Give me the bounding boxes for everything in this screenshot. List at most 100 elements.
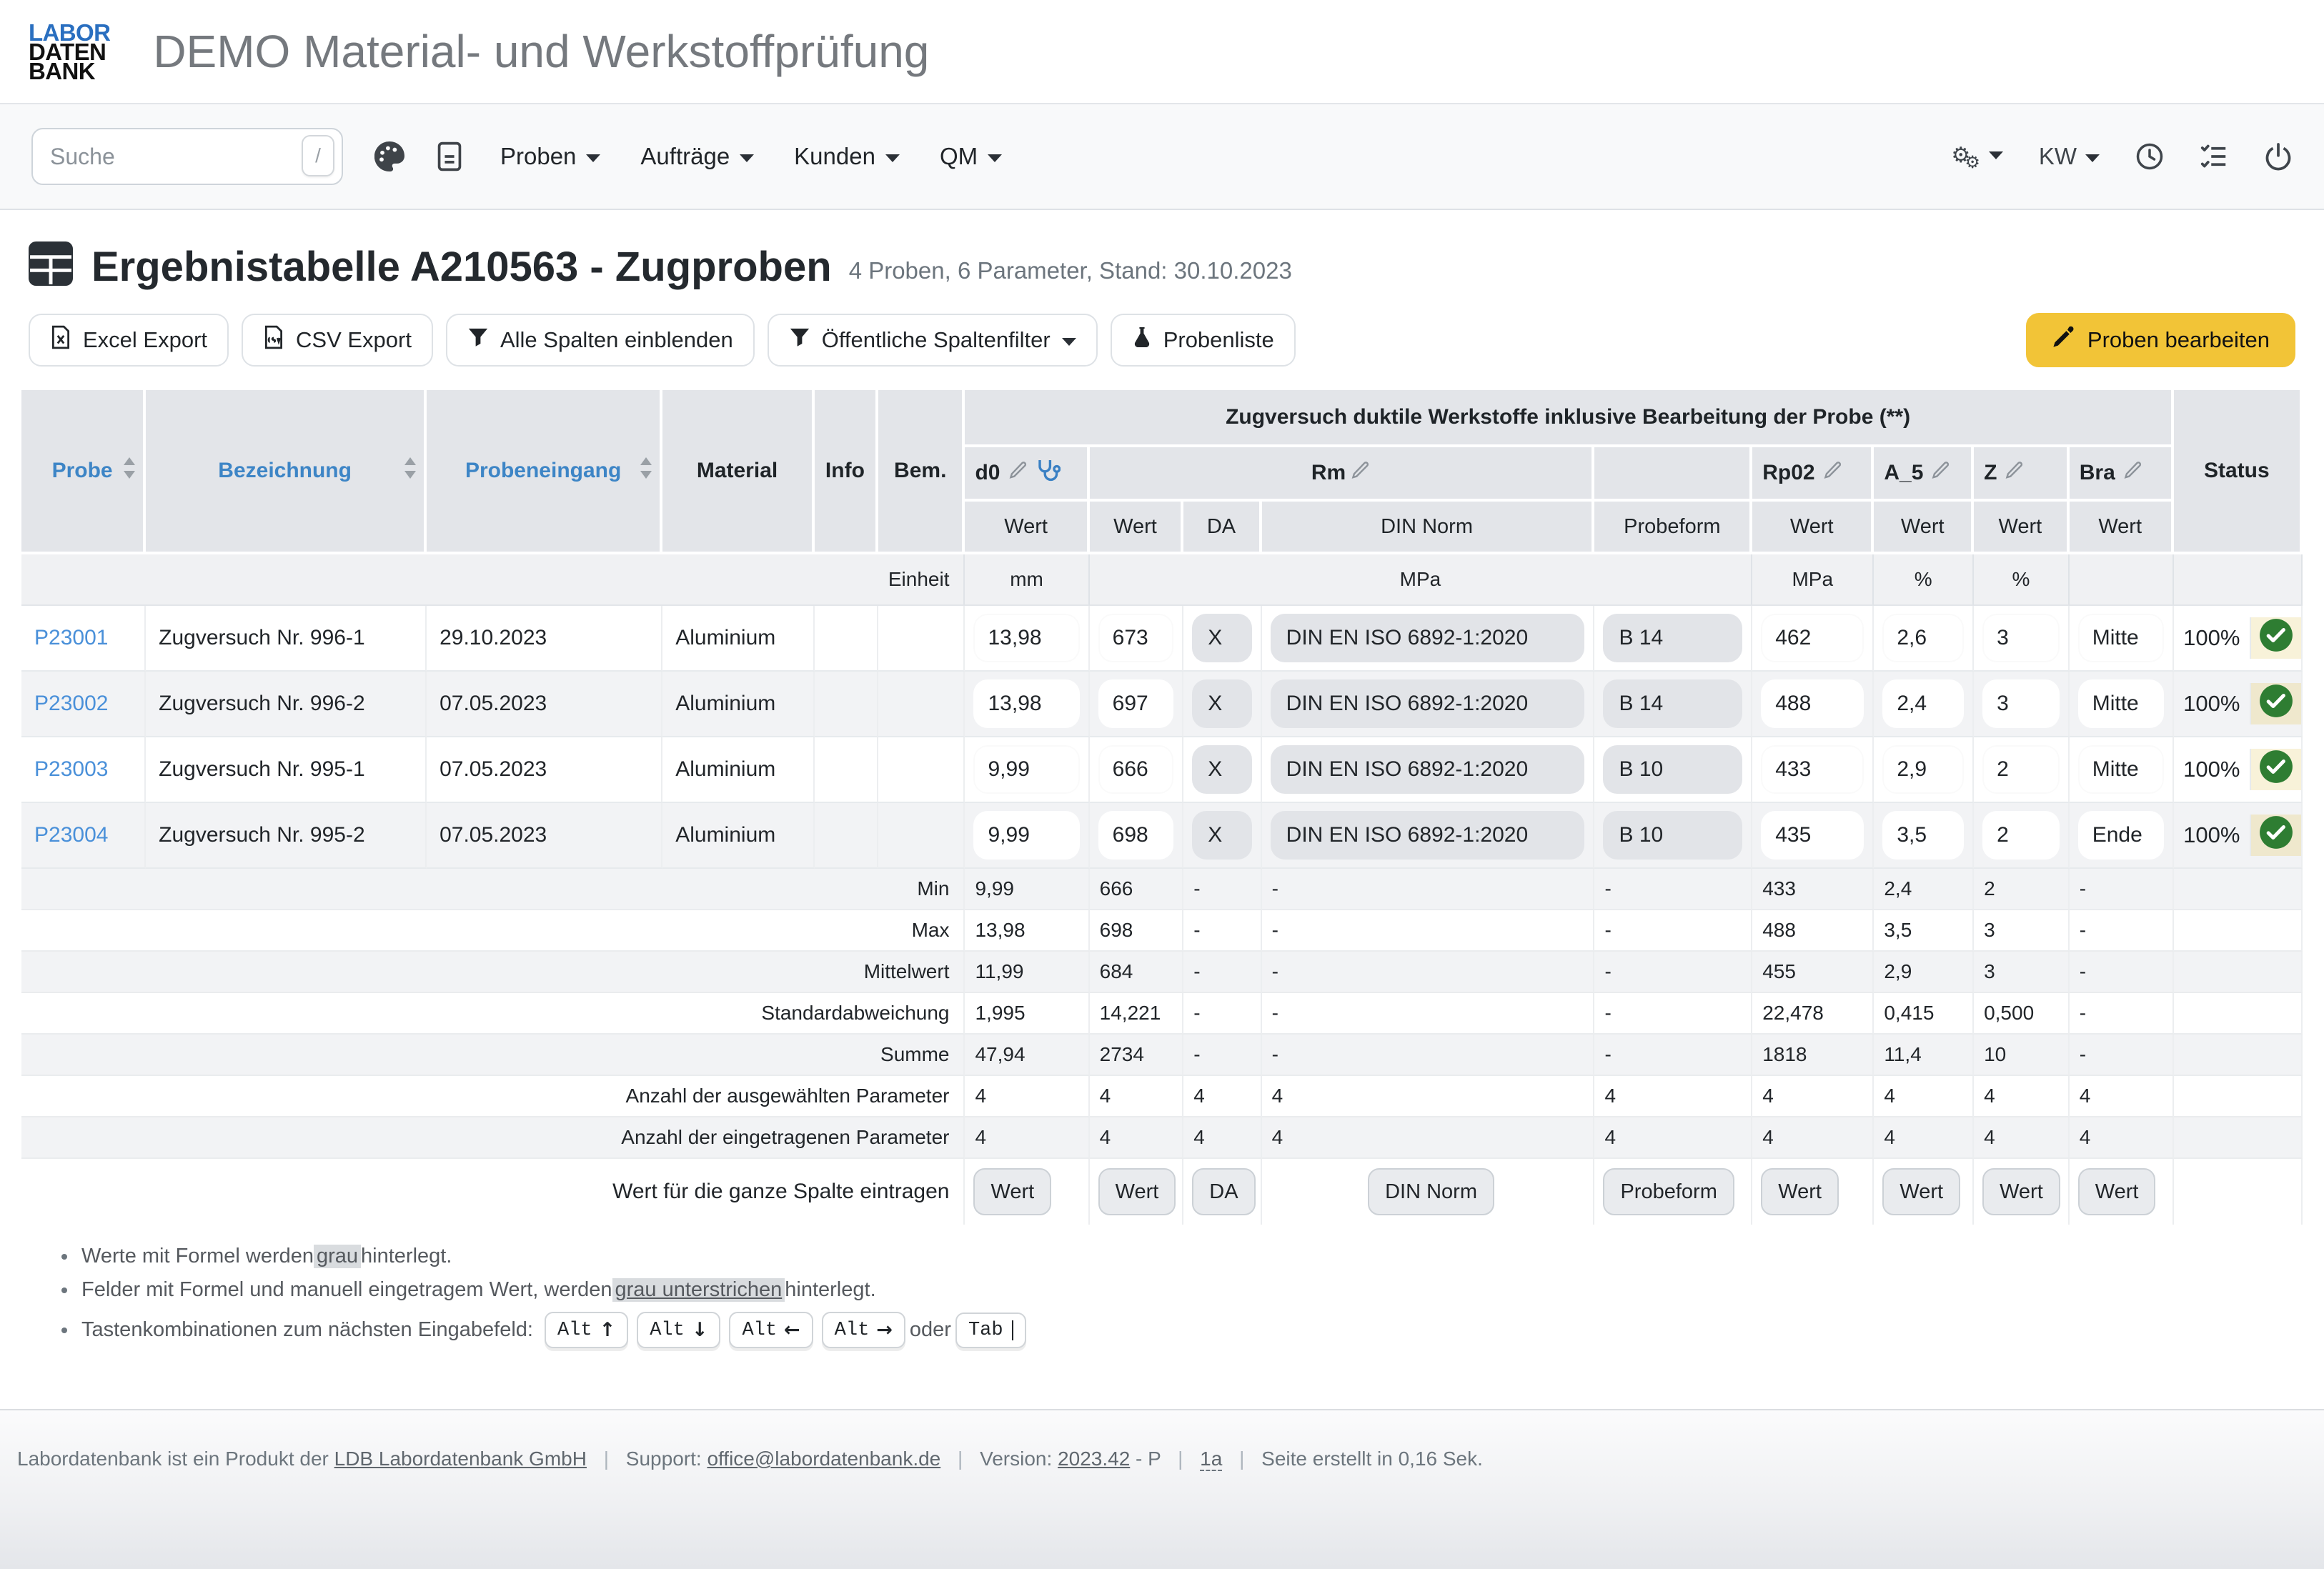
d0-value-input[interactable]: 9,99 [973,811,1079,860]
theme-palette-icon[interactable] [374,141,404,171]
da-formula-value[interactable]: X [1192,679,1251,728]
check-circle-icon[interactable] [2258,749,2294,790]
param-header-rp02: Rp02 [1752,447,1874,502]
fill-din-norm-button[interactable]: DIN Norm [1368,1168,1494,1215]
labordatenbank-logo[interactable]: LABOR DATEN BANK [29,23,110,81]
probeform-formula-value[interactable]: B 10 [1603,811,1742,860]
sample-link[interactable]: P23001 [34,626,108,649]
rp02-value-input[interactable]: 488 [1761,679,1864,728]
fill-z-button[interactable]: Wert [1982,1168,2060,1215]
support-email-link[interactable]: office@labordatenbank.de [707,1448,940,1470]
edit-pencil-icon[interactable] [2124,461,2142,485]
z-value-input[interactable]: 2 [1982,745,2060,794]
check-circle-icon[interactable] [2258,617,2294,659]
fill-rp02-button[interactable]: Wert [1761,1168,1839,1215]
menu-proben[interactable]: Proben [500,143,600,170]
settings-gears-icon[interactable]: ⚙⚙ [1951,141,2002,172]
measuring-device-icon[interactable] [1036,459,1061,487]
sample-list-button[interactable]: Probenliste [1111,314,1296,367]
bra-value-input[interactable]: Ende [2078,811,2164,860]
version-link[interactable]: 2023.42 [1058,1448,1130,1470]
csv-export-button[interactable]: CSV Export [242,314,433,367]
nav-menu: Proben Aufträge Kunden QM [500,143,1002,170]
search-input[interactable] [31,128,343,185]
sample-link[interactable]: P23002 [34,692,108,715]
din-norm-formula-value[interactable]: DIN EN ISO 6892-1:2020 [1271,679,1585,728]
public-column-filters-button[interactable]: Öffentliche Spaltenfilter [768,314,1098,367]
a5-value-input[interactable]: 2,4 [1882,679,1964,728]
z-value-input[interactable]: 3 [1982,614,2060,662]
document-icon[interactable] [436,141,463,171]
a5-value-input[interactable]: 2,6 [1882,614,1964,662]
da-formula-value[interactable]: X [1192,614,1251,662]
z-value-input[interactable]: 3 [1982,679,2060,728]
din-norm-formula-value[interactable]: DIN EN ISO 6892-1:2020 [1271,745,1585,794]
param-header-rm: Rm [1090,447,1595,502]
progress-percent: 100% [2174,749,2250,790]
probeform-formula-value[interactable]: B 14 [1603,614,1742,662]
rp02-value-input[interactable]: 462 [1761,614,1864,662]
din-norm-formula-value[interactable]: DIN EN ISO 6892-1:2020 [1271,614,1585,662]
note-text: Werte mit Formel werden [81,1245,314,1268]
logout-power-icon[interactable] [2264,142,2293,171]
show-all-columns-button[interactable]: Alle Spalten einblenden [446,314,755,367]
history-clock-icon[interactable] [2135,142,2164,171]
edit-pencil-icon[interactable] [1009,461,1028,485]
bra-value-input[interactable]: Mitte [2078,679,2164,728]
menu-kunden[interactable]: Kunden [794,143,900,170]
stat-label: Max [21,910,965,952]
excel-export-button[interactable]: Excel Export [29,314,229,367]
note-text: hinterlegt. [785,1278,875,1302]
da-formula-value[interactable]: X [1192,745,1251,794]
din-norm-formula-value[interactable]: DIN EN ISO 6892-1:2020 [1271,811,1585,860]
check-circle-icon[interactable] [2258,815,2294,856]
sample-link[interactable]: P23004 [34,823,108,847]
task-list-icon[interactable] [2200,142,2228,171]
rm-value-input[interactable]: 698 [1098,811,1174,860]
a5-value-input[interactable]: 3,5 [1882,811,1964,860]
edit-pencil-icon[interactable] [2005,461,2024,485]
fill-probeform-button[interactable]: Probeform [1603,1168,1734,1215]
rp02-value-input[interactable]: 435 [1761,811,1864,860]
bra-value-input[interactable]: Mitte [2078,614,2164,662]
revision-link[interactable]: 1a [1200,1448,1222,1471]
stat-value: 4 [1262,1117,1595,1159]
sample-link[interactable]: P23003 [34,757,108,781]
fill-rm-button[interactable]: Wert [1098,1168,1176,1215]
a5-value-input[interactable]: 2,9 [1882,745,1964,794]
edit-samples-button[interactable]: Proben bearbeiten [2026,313,2295,367]
edit-pencil-icon[interactable] [1932,461,1950,485]
col-header-probeneingang[interactable]: Probeneingang [427,390,662,554]
fill-a5-button[interactable]: Wert [1882,1168,1960,1215]
rm-value-input[interactable]: 697 [1098,679,1174,728]
z-value-input[interactable]: 2 [1982,811,2060,860]
arrow-up-icon: ↑ [600,1319,616,1341]
check-circle-icon[interactable] [2258,683,2294,724]
ldb-gmbh-link[interactable]: LDB Labordatenbank GmbH [334,1448,587,1470]
bra-value-input[interactable]: Mitte [2078,745,2164,794]
edit-pencil-icon[interactable] [1824,461,1842,485]
d0-value-input[interactable]: 9,99 [973,745,1079,794]
kw-dropdown[interactable]: KW [2039,143,2100,170]
rm-value-input[interactable]: 673 [1098,614,1174,662]
col-header-probe[interactable]: Probe [21,390,146,554]
rp02-value-input[interactable]: 433 [1761,745,1864,794]
stat-value: - [2070,993,2174,1035]
menu-qm[interactable]: QM [940,143,1002,170]
probeform-formula-value[interactable]: B 14 [1603,679,1742,728]
col-header-bezeichnung[interactable]: Bezeichnung [146,390,427,554]
d0-value-input[interactable]: 13,98 [973,679,1079,728]
kbd-alt-right: Alt→ [822,1312,905,1348]
fill-da-button[interactable]: DA [1192,1168,1255,1215]
fill-d0-button[interactable]: Wert [973,1168,1051,1215]
edit-pencil-icon[interactable] [1351,461,1370,485]
d0-value-input[interactable]: 13,98 [973,614,1079,662]
da-formula-value[interactable]: X [1192,811,1251,860]
fill-bra-button[interactable]: Wert [2078,1168,2156,1215]
header-row-1: Probe Bezeichnung Probeneingang Material… [21,390,2303,447]
flask-icon [1132,325,1152,355]
probeform-formula-value[interactable]: B 10 [1603,745,1742,794]
page-title: Ergebnistabelle A210563 - Zugproben [91,243,832,291]
rm-value-input[interactable]: 666 [1098,745,1174,794]
menu-auftraege[interactable]: Aufträge [640,143,754,170]
